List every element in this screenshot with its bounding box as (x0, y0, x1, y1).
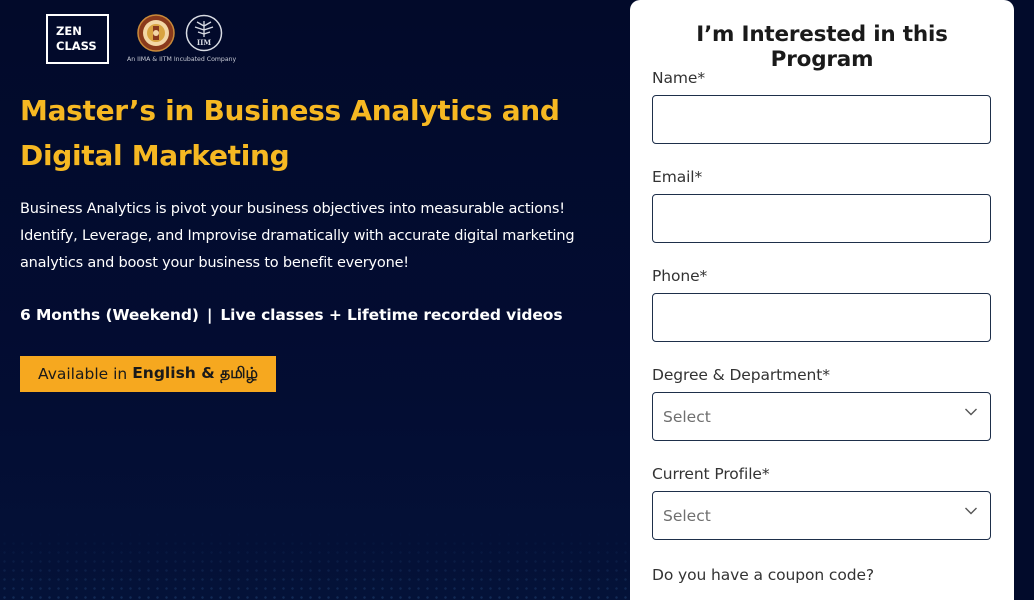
program-description: Business Analytics is pivot your busines… (20, 201, 575, 271)
iitm-seal-icon (137, 14, 175, 52)
chevron-down-icon (965, 408, 977, 416)
phone-input[interactable] (652, 293, 991, 342)
program-meta: 6 Months (Weekend) | Live classes + Lifeti… (20, 306, 563, 324)
email-label: Email* (652, 168, 703, 186)
decorative-dots (0, 530, 630, 600)
profile-select[interactable]: Select (652, 491, 991, 540)
meta-separator: | (206, 306, 213, 324)
coupon-question: Do you have a coupon code? (652, 566, 875, 584)
degree-label: Degree & Department* (652, 366, 830, 384)
language-badge: Available in English & தமிழ் (20, 356, 276, 392)
language-list: English & தமிழ் (132, 364, 258, 382)
iima-seal-icon: IIM (185, 14, 223, 52)
degree-select[interactable]: Select (652, 392, 991, 441)
form-title: I’m Interested in this Program (696, 22, 948, 72)
name-input[interactable] (652, 95, 991, 144)
zen-logo-line2: CLASS (56, 39, 97, 53)
profile-label: Current Profile* (652, 465, 770, 483)
language-prefix: Available in (38, 365, 128, 383)
program-mode: Live classes + Lifetime recorded videos (220, 306, 563, 324)
program-duration: 6 Months (Weekend) (20, 306, 199, 324)
logo-row: ZEN CLASS IIM An IIMA & IITM Incubated C… (46, 14, 236, 64)
zen-class-logo[interactable]: ZEN CLASS (46, 14, 109, 64)
page-title: Master’s in Business Analytics and Digit… (20, 94, 560, 172)
chevron-down-icon (965, 507, 977, 515)
partner-logos: IIM An IIMA & IITM Incubated Company (127, 14, 236, 63)
hero-section: ZEN CLASS IIM An IIMA & IITM Incubated C… (0, 0, 630, 600)
degree-selected-value: Select (663, 407, 711, 426)
interest-form: I’m Interested in this Program Name* Ema… (630, 0, 1014, 600)
phone-label: Phone* (652, 267, 708, 285)
zen-logo-line1: ZEN (56, 24, 82, 38)
email-input[interactable] (652, 194, 991, 243)
iim-text: IIM (197, 38, 212, 47)
profile-selected-value: Select (663, 506, 711, 525)
partners-caption: An IIMA & IITM Incubated Company (127, 56, 237, 63)
